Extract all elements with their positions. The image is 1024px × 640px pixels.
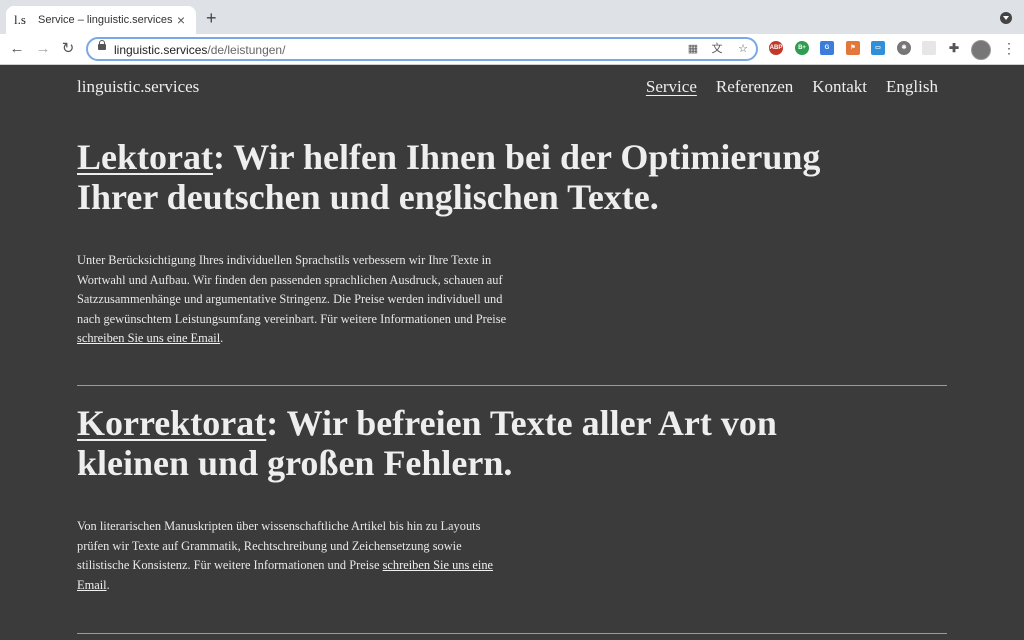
email-link[interactable]: schreiben Sie uns eine Email <box>77 331 220 345</box>
section-korrektorat: Korrektorat: Wir befreien Texte aller Ar… <box>77 403 947 595</box>
section-lektorat: Lektorat: Wir helfen Ihnen bei der Optim… <box>77 137 947 349</box>
back-arrow-icon[interactable]: ← <box>7 39 27 59</box>
network-extension-icon[interactable]: ⚑ <box>846 41 860 55</box>
nav-link-english[interactable]: English <box>886 77 938 97</box>
qr-code-icon[interactable]: ▦ <box>686 42 700 56</box>
body-end: . <box>220 331 224 345</box>
blank-extension-icon[interactable] <box>922 41 936 55</box>
web-page: linguistic.services Service Referenzen K… <box>0 65 1024 640</box>
menu-kebab-icon[interactable]: ⋮ <box>1002 41 1016 55</box>
nav-link-kontakt[interactable]: Kontakt <box>812 77 867 97</box>
close-tab-icon[interactable]: × <box>174 12 188 28</box>
section-divider <box>77 633 947 634</box>
section-headline: Korrektorat: Wir befreien Texte aller Ar… <box>77 403 897 483</box>
puzzle-extensions-icon[interactable]: ✚ <box>947 41 961 55</box>
site-favicon-icon: l.s <box>14 12 26 27</box>
google-translate-icon[interactable]: G <box>820 41 834 55</box>
reload-icon[interactable]: ↻ <box>58 39 78 59</box>
lock-icon[interactable] <box>98 40 106 50</box>
url-domain: linguistic.services <box>114 43 208 57</box>
address-bar[interactable]: linguistic.services/de/leistungen/ ▦ 文 ☆ <box>86 37 758 61</box>
url-path: /de/leistungen/ <box>207 43 286 57</box>
tab-search-icon[interactable] <box>1000 12 1012 24</box>
bookmark-star-icon[interactable]: ☆ <box>736 42 750 56</box>
body-end: . <box>106 577 110 592</box>
section-headline: Lektorat: Wir helfen Ihnen bei der Optim… <box>77 137 897 217</box>
url-text[interactable]: linguistic.services/de/leistungen/ <box>114 41 285 59</box>
headline-keyword-link[interactable]: Lektorat <box>77 137 213 177</box>
body-text: Unter Berücksichtigung Ihres individuell… <box>77 253 507 326</box>
new-tab-icon[interactable]: + <box>206 9 217 27</box>
main-nav: Service Referenzen Kontakt English <box>646 77 938 97</box>
section-body: Von literarischen Manuskripten über wiss… <box>77 517 507 595</box>
bug-extension-icon[interactable]: ✱ <box>897 41 911 55</box>
browser-toolbar: ← → ↻ linguistic.services/de/leistungen/… <box>0 34 1024 65</box>
extension-b-plus-icon[interactable]: B+ <box>795 41 809 55</box>
translate-icon[interactable]: 文 <box>710 42 724 56</box>
window-extension-icon[interactable]: ▭ <box>871 41 885 55</box>
tab-title: Service – linguistic.services <box>38 14 173 26</box>
section-divider <box>77 385 947 386</box>
section-body: Unter Berücksichtigung Ihres individuell… <box>77 251 507 349</box>
forward-arrow-icon[interactable]: → <box>33 39 53 59</box>
headline-keyword-link[interactable]: Korrektorat <box>77 403 266 443</box>
tab-strip: l.s Service – linguistic.services × + <box>0 0 1024 34</box>
nav-link-referenzen[interactable]: Referenzen <box>716 77 793 97</box>
site-logo[interactable]: linguistic.services <box>77 77 199 97</box>
adblock-plus-icon[interactable]: ABP <box>769 41 783 55</box>
profile-avatar[interactable] <box>971 40 991 60</box>
browser-tab[interactable]: l.s Service – linguistic.services × <box>6 6 196 34</box>
nav-link-service[interactable]: Service <box>646 77 697 97</box>
